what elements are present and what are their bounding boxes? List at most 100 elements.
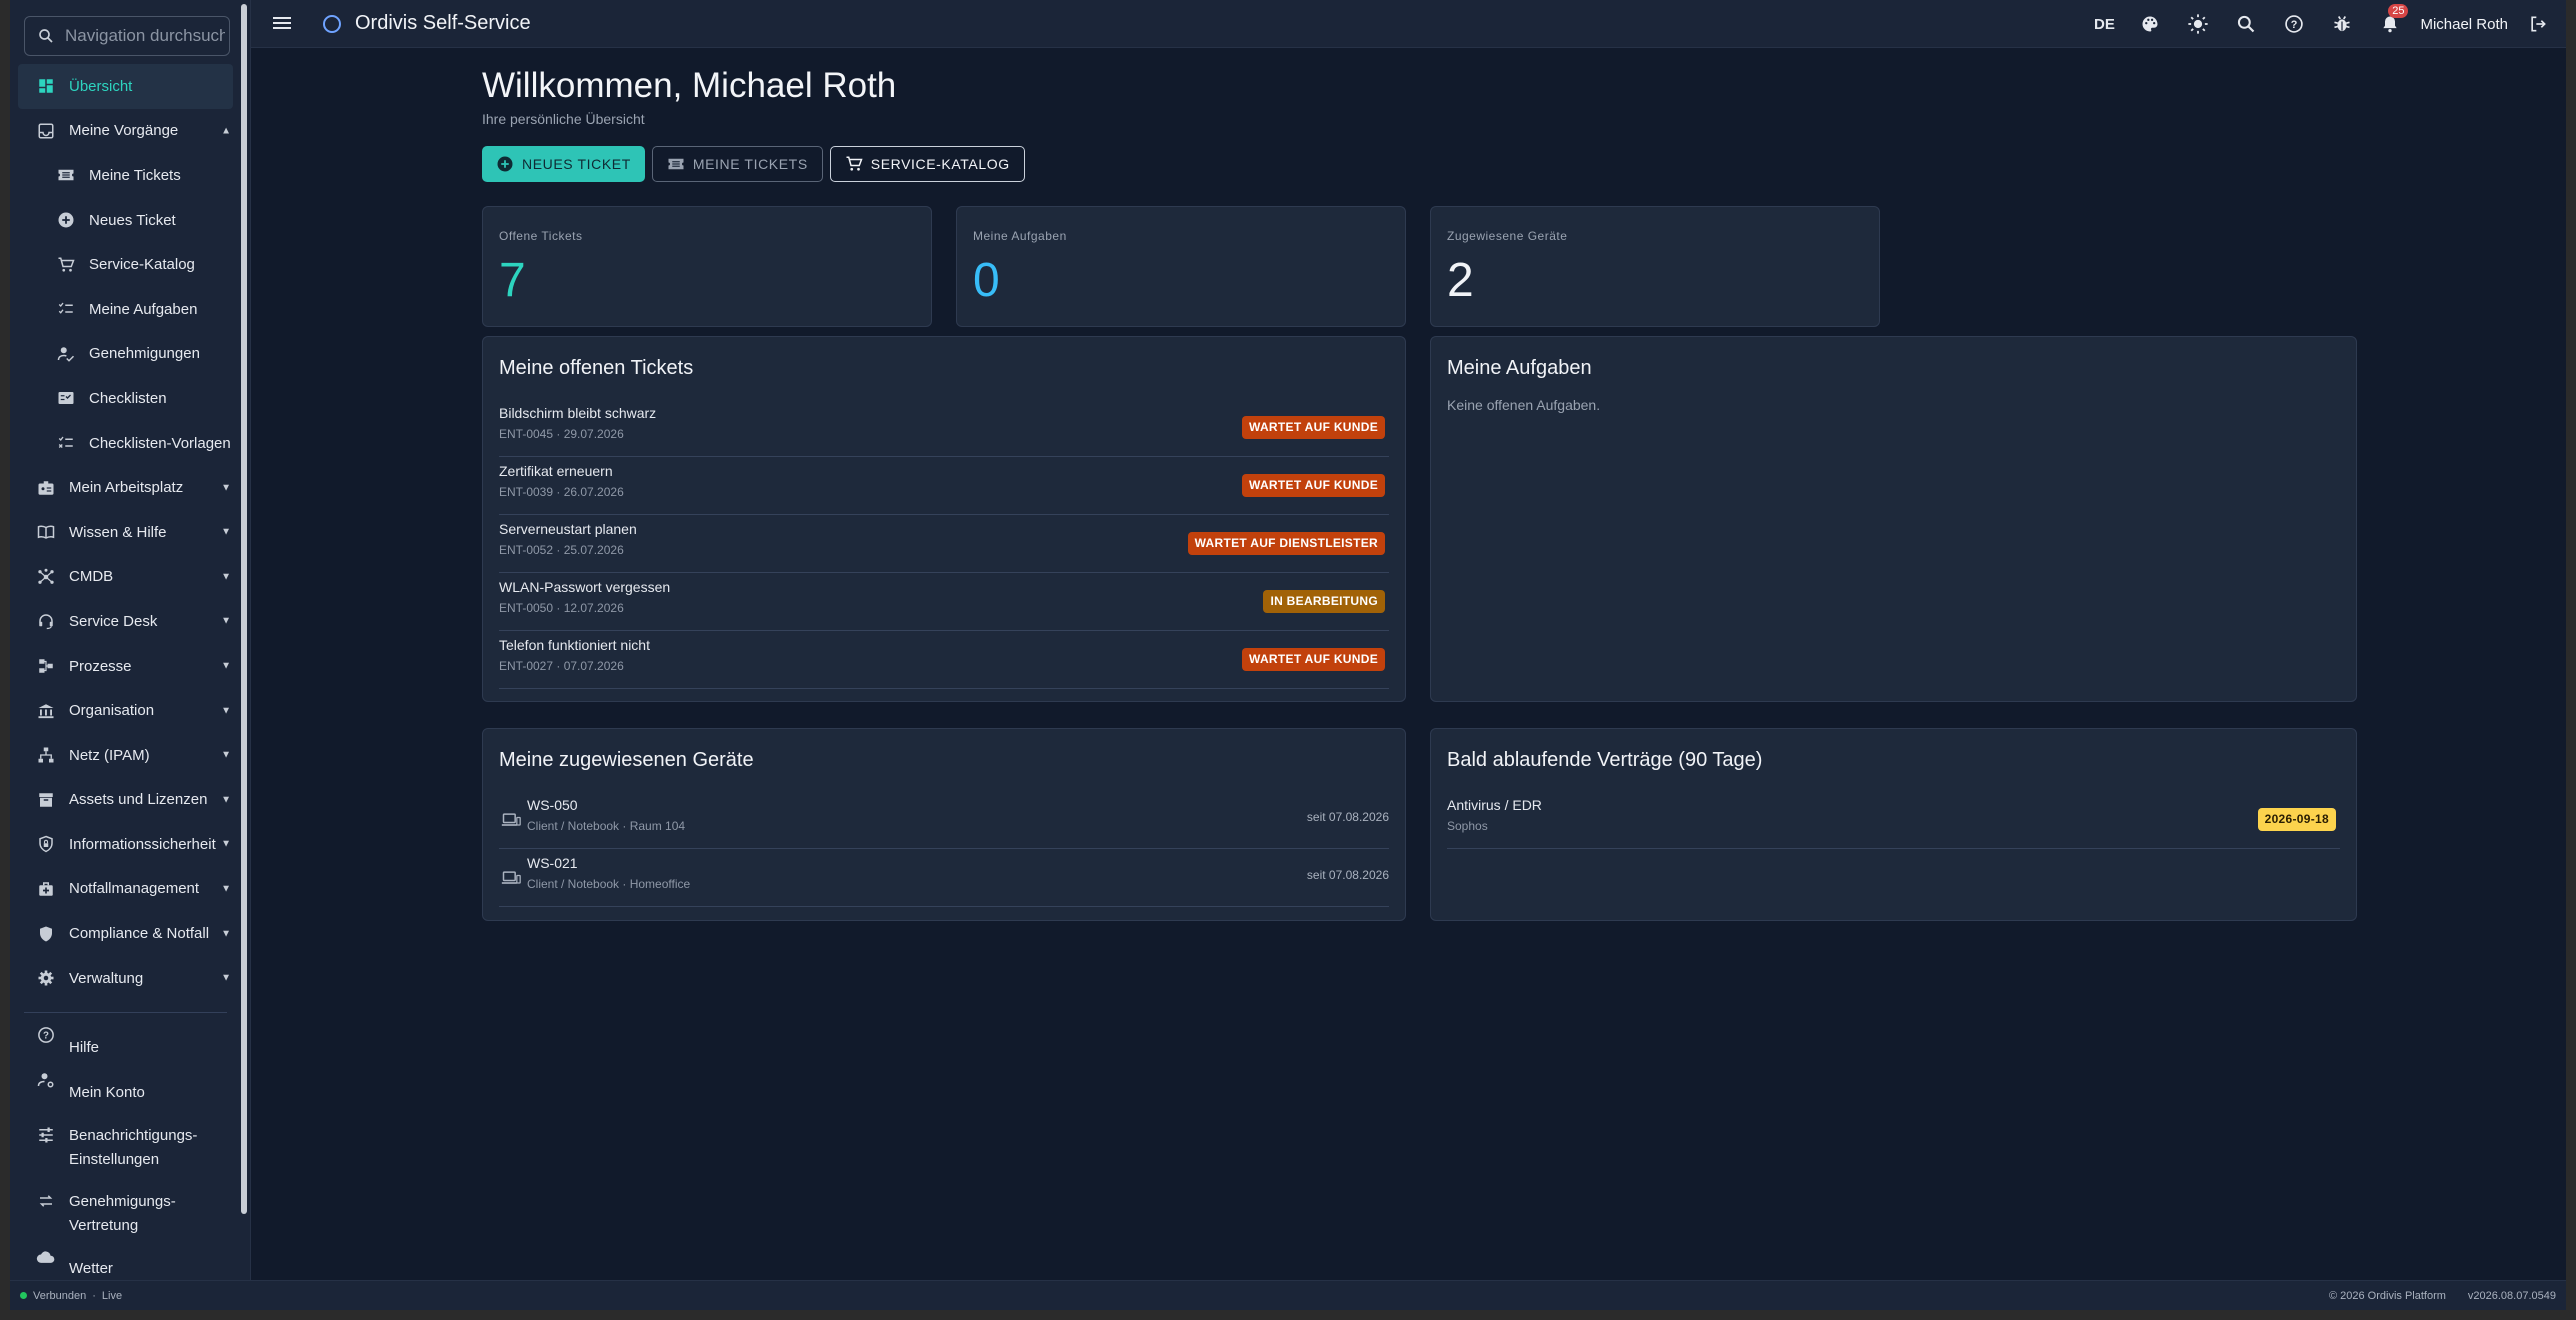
chevron-down-icon[interactable]: ▼ — [221, 750, 231, 761]
stat-value: 2 — [1447, 254, 1474, 307]
new-ticket-label: NEUES TICKET — [522, 156, 631, 172]
ticket-meta: ENT-0039 · 26.07.2026 — [499, 485, 624, 499]
chevron-down-icon[interactable]: ▼ — [221, 616, 231, 627]
stat-card-open-tickets[interactable]: Offene Tickets 7 — [482, 206, 932, 327]
ticket-row[interactable]: Serverneustart planen ENT-0052 · 25.07.20… — [499, 515, 1389, 573]
sidebar-item-genehmigungen[interactable]: Genehmigungen — [10, 332, 241, 377]
sidebar-item-label: Meine Tickets — [89, 166, 181, 184]
ticket-row[interactable]: Bildschirm bleibt schwarz ENT-0045 · 29.0… — [499, 399, 1389, 457]
chevron-down-icon[interactable]: ▼ — [221, 527, 231, 538]
ticket-title: Telefon funktioniert nicht — [499, 637, 650, 653]
action-bar: NEUES TICKET MEINE TICKETS SERVICE-KATAL… — [482, 146, 1025, 182]
user-name[interactable]: Michael Roth — [2414, 16, 2518, 33]
sidebar-item-label: Informationssicherheit — [69, 835, 216, 853]
sidebar-item-mein-arbeitsplatz[interactable]: Mein Arbeitsplatz ▼ — [10, 465, 241, 510]
sidebar-item-netz-ipam[interactable]: Netz (IPAM) ▼ — [10, 733, 241, 778]
expiry-date-badge: 2026-09-18 — [2257, 808, 2336, 831]
chevron-up-icon[interactable]: ▲ — [221, 125, 231, 136]
device-name: WS-021 — [527, 855, 578, 871]
sidebar-item-prozesse[interactable]: Prozesse ▼ — [10, 644, 241, 689]
card-title: Bald ablaufende Verträge (90 Tage) — [1447, 749, 1763, 771]
search-input[interactable]: Navigation durchsuchen — [24, 16, 230, 56]
notifications-icon[interactable]: 25 — [2366, 0, 2414, 48]
new-ticket-button[interactable]: NEUES TICKET — [482, 146, 645, 182]
sidebar-item-compliance-notfall[interactable]: Compliance & Notfall ▼ — [10, 911, 241, 956]
language-switch[interactable]: DE — [2082, 0, 2126, 48]
version: v2026.08.07.0549 — [2467, 1289, 2556, 1302]
sidebar-item-notfallmanagement[interactable]: Notfallmanagement ▼ — [10, 867, 241, 912]
sidebar-item-benachrichtigungs-einstellungen[interactable]: Benachrichtigungs- Einstellungen — [10, 1115, 241, 1181]
device-row[interactable]: WS-021 Client / Notebook · Homeoffice seit… — [499, 849, 1389, 907]
sidebar-item-meine-tickets[interactable]: Meine Tickets — [10, 153, 241, 198]
chevron-down-icon[interactable]: ▼ — [221, 928, 231, 939]
sidebar-item-verwaltung[interactable]: Verwaltung ▼ — [10, 956, 241, 1001]
sidebar-item-mein-konto[interactable]: Mein Konto — [10, 1070, 241, 1115]
sidebar-item-label: Service Desk — [69, 612, 158, 630]
palette-icon[interactable] — [2126, 0, 2174, 48]
dashboard-icon — [36, 76, 56, 96]
stat-card-assigned-devices[interactable]: Zugewiesene Geräte 2 — [1430, 206, 1880, 327]
connection-status-dot — [20, 1292, 27, 1299]
sidebar-item-service-desk[interactable]: Service Desk ▼ — [10, 599, 241, 644]
sidebar-scrollbar[interactable] — [241, 4, 247, 1214]
stat-card-my-tasks[interactable]: Meine Aufgaben 0 — [956, 206, 1406, 327]
svg-text:?: ? — [43, 1031, 49, 1042]
status-badge: WARTET AUF DIENSTLEISTER — [1187, 532, 1385, 555]
ticket-meta: ENT-0045 · 29.07.2026 — [499, 427, 624, 441]
sidebar-item-wissen-hilfe[interactable]: Wissen & Hilfe ▼ — [10, 510, 241, 555]
contract-list: Antivirus / EDR Sophos 2026-09-18 — [1447, 791, 2340, 849]
chevron-down-icon[interactable]: ▼ — [221, 705, 231, 716]
ticket-row[interactable]: WLAN-Passwort vergessen ENT-0050 · 12.07.… — [499, 573, 1389, 631]
inventory-icon — [36, 790, 56, 810]
ticket-title: Zertifikat erneuern — [499, 463, 613, 479]
contracts-card: Bald ablaufende Verträge (90 Tage) Antiv… — [1430, 728, 2357, 921]
ticket-meta: ENT-0050 · 12.07.2026 — [499, 601, 624, 615]
sidebar-item-neues-ticket[interactable]: Neues Ticket — [10, 198, 241, 243]
sidebar-item-meine-vorgaenge[interactable]: Meine Vorgänge ▲ — [10, 109, 241, 154]
device-row[interactable]: WS-050 Client / Notebook · Raum 104 seit 0… — [499, 791, 1389, 849]
sidebar-item-organisation[interactable]: Organisation ▼ — [10, 688, 241, 733]
help-icon[interactable]: ? — [2270, 0, 2318, 48]
chevron-down-icon[interactable]: ▼ — [221, 883, 231, 894]
chevron-down-icon[interactable]: ▼ — [221, 571, 231, 582]
sidebar-item-assets-und-lizenzen[interactable]: Assets und Lizenzen ▼ — [10, 778, 241, 823]
sidebar-item-cmdb[interactable]: CMDB ▼ — [10, 555, 241, 600]
open-tickets-card: Meine offenen Tickets Bildschirm bleibt … — [482, 336, 1406, 702]
svg-text:?: ? — [2291, 19, 2298, 31]
device-meta: Client / Notebook · Homeoffice — [527, 877, 691, 891]
sidebar-item-hilfe[interactable]: ? Hilfe — [10, 1025, 241, 1070]
sidebar-item-service-katalog[interactable]: Service-Katalog — [10, 242, 241, 287]
stat-label: Zugewiesene Geräte — [1447, 229, 1568, 243]
sidebar-item-checklisten-vorlagen[interactable]: Checklisten-Vorlagen — [10, 421, 241, 466]
brightness-icon[interactable] — [2174, 0, 2222, 48]
service-catalog-button[interactable]: SERVICE-KATALOG — [829, 146, 1025, 182]
ticket-row[interactable]: Zertifikat erneuern ENT-0039 · 26.07.2026… — [499, 457, 1389, 515]
laptop-icon — [501, 871, 521, 885]
sidebar-item-checklisten[interactable]: Checklisten — [10, 376, 241, 421]
mode-label: Live — [101, 1289, 123, 1302]
menu-toggle-icon[interactable] — [273, 14, 293, 34]
bug-icon[interactable] — [2318, 0, 2366, 48]
contract-row[interactable]: Antivirus / EDR Sophos 2026-09-18 — [1447, 791, 2340, 849]
logout-icon[interactable] — [2518, 0, 2558, 48]
chevron-down-icon[interactable]: ▼ — [221, 482, 231, 493]
contract-vendor: Sophos — [1447, 819, 1488, 833]
sidebar-item-genehmigungs-vertretung[interactable]: Genehmigungs- Vertretung — [10, 1181, 241, 1247]
sidebar-item-label: Assets und Lizenzen — [69, 791, 208, 809]
search-icon[interactable] — [2222, 0, 2270, 48]
chevron-down-icon[interactable]: ▼ — [221, 839, 231, 850]
cart-icon — [56, 255, 76, 275]
sidebar-nav: Übersicht Meine Vorgänge ▲ Meine Tickets Neu… — [10, 64, 241, 1291]
sidebar-item-informationssicherheit[interactable]: Informationssicherheit ▼ — [10, 822, 241, 867]
chevron-down-icon[interactable]: ▼ — [221, 661, 231, 672]
ticket-list: Bildschirm bleibt schwarz ENT-0045 · 29.0… — [499, 399, 1389, 689]
sidebar-item-uebersicht[interactable]: Übersicht — [18, 64, 233, 109]
ticket-icon — [56, 165, 76, 185]
chevron-down-icon[interactable]: ▼ — [221, 973, 231, 984]
device-since: seit 07.08.2026 — [1306, 868, 1389, 882]
sidebar-item-meine-aufgaben[interactable]: Meine Aufgaben — [10, 287, 241, 332]
ticket-title: WLAN-Passwort vergessen — [499, 579, 671, 595]
chevron-down-icon[interactable]: ▼ — [221, 794, 231, 805]
ticket-row[interactable]: Telefon funktioniert nicht ENT-0027 · 07.… — [499, 631, 1389, 689]
my-tickets-button[interactable]: MEINE TICKETS — [651, 146, 823, 182]
